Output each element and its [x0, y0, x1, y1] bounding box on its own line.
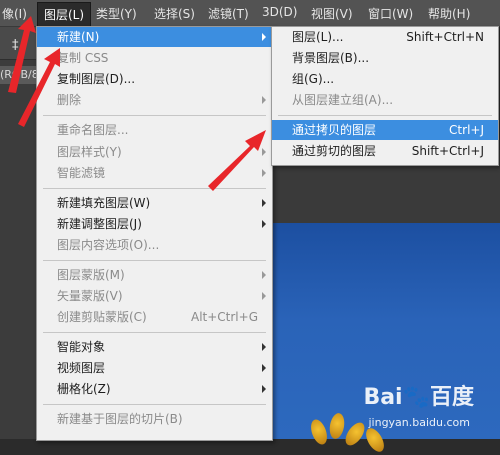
annotation-overlay: [8, 16, 266, 191]
red-arrow-icon: [208, 130, 266, 191]
red-arrow-icon: [8, 16, 36, 93]
red-arrow-icon: [18, 48, 60, 127]
